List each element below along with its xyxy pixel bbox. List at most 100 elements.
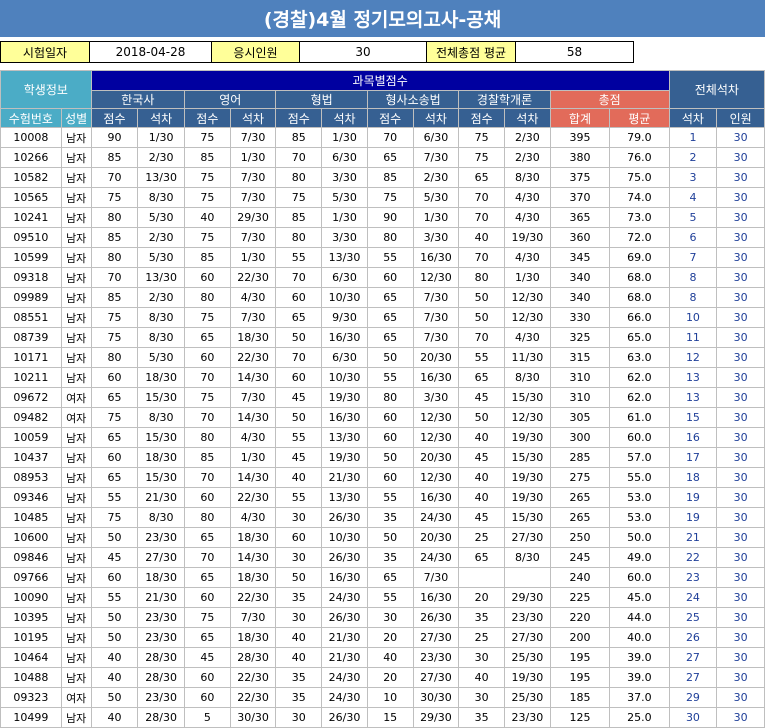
cell-police-science-score[interactable]: 70	[458, 247, 505, 268]
cell-police-science-score[interactable]: 40	[458, 667, 505, 688]
cell-police-science-score[interactable]: 35	[458, 607, 505, 628]
cell-criminal-procedure-rank[interactable]: 23/30	[412, 647, 460, 668]
cell-english-rank[interactable]: 22/30	[229, 487, 277, 508]
cell-total-average[interactable]: 53.0	[609, 487, 670, 508]
cell-total-sum[interactable]: 300	[549, 427, 611, 448]
cell-criminal-law-score[interactable]: 40	[275, 627, 323, 648]
cell-korean-history-score[interactable]: 75	[90, 327, 139, 348]
cell-total-sum[interactable]: 395	[549, 127, 611, 148]
cell-total-sum[interactable]: 275	[549, 467, 611, 488]
cell-exam-number[interactable]: 10241	[0, 207, 62, 228]
cell-police-science-score[interactable]: 65	[458, 547, 505, 568]
cell-criminal-procedure-rank[interactable]: 3/30	[412, 227, 460, 248]
cell-total-average[interactable]: 55.0	[609, 467, 670, 488]
cell-korean-history-score[interactable]: 70	[90, 167, 139, 188]
cell-exam-number[interactable]: 10090	[0, 587, 62, 608]
cell-criminal-procedure-score[interactable]: 55	[366, 247, 414, 268]
cell-people-count[interactable]: 30	[716, 507, 765, 528]
cell-overall-rank[interactable]: 24	[668, 587, 718, 608]
cell-police-science-rank[interactable]: 12/30	[503, 307, 551, 328]
cell-korean-history-score[interactable]: 50	[90, 627, 139, 648]
cell-korean-history-rank[interactable]: 18/30	[137, 567, 186, 588]
cell-korean-history-rank[interactable]: 2/30	[137, 287, 186, 308]
cell-people-count[interactable]: 30	[716, 407, 765, 428]
cell-korean-history-rank[interactable]: 8/30	[137, 187, 186, 208]
cell-total-average[interactable]: 39.0	[609, 647, 670, 668]
cell-korean-history-score[interactable]: 75	[90, 407, 139, 428]
cell-criminal-law-score[interactable]: 50	[275, 407, 323, 428]
cell-police-science-score[interactable]: 70	[458, 327, 505, 348]
cell-korean-history-score[interactable]: 50	[90, 607, 139, 628]
cell-criminal-law-rank[interactable]: 9/30	[321, 307, 368, 328]
cell-criminal-procedure-score[interactable]: 20	[366, 627, 414, 648]
cell-people-count[interactable]: 30	[716, 347, 765, 368]
cell-total-sum[interactable]: 265	[549, 487, 611, 508]
cell-criminal-procedure-rank[interactable]: 12/30	[412, 427, 460, 448]
cell-english-rank[interactable]: 22/30	[229, 587, 277, 608]
cell-criminal-law-score[interactable]: 70	[275, 147, 323, 168]
cell-police-science-rank[interactable]	[503, 567, 551, 588]
cell-english-score[interactable]: 60	[184, 587, 231, 608]
cell-korean-history-rank[interactable]: 13/30	[137, 267, 186, 288]
cell-people-count[interactable]: 30	[716, 667, 765, 688]
cell-criminal-procedure-score[interactable]: 55	[366, 587, 414, 608]
cell-overall-rank[interactable]: 26	[668, 627, 718, 648]
cell-people-count[interactable]: 30	[716, 147, 765, 168]
cell-overall-rank[interactable]: 15	[668, 407, 718, 428]
cell-police-science-rank[interactable]: 15/30	[503, 507, 551, 528]
cell-total-sum[interactable]: 195	[549, 667, 611, 688]
cell-exam-number[interactable]: 09346	[0, 487, 62, 508]
cell-police-science-score[interactable]: 25	[458, 527, 505, 548]
cell-exam-number[interactable]: 10565	[0, 187, 62, 208]
cell-criminal-law-rank[interactable]: 24/30	[321, 587, 368, 608]
cell-criminal-law-rank[interactable]: 3/30	[321, 167, 368, 188]
cell-total-average[interactable]: 72.0	[609, 227, 670, 248]
cell-english-rank[interactable]: 18/30	[229, 327, 277, 348]
cell-criminal-procedure-score[interactable]: 60	[366, 467, 414, 488]
cell-criminal-procedure-score[interactable]: 65	[366, 287, 414, 308]
cell-gender[interactable]: 남자	[60, 507, 92, 528]
cell-overall-rank[interactable]: 21	[668, 527, 718, 548]
cell-exam-number[interactable]: 09989	[0, 287, 62, 308]
cell-criminal-law-score[interactable]: 80	[275, 167, 323, 188]
cell-police-science-rank[interactable]: 19/30	[503, 227, 551, 248]
cell-criminal-procedure-rank[interactable]: 26/30	[412, 607, 460, 628]
cell-gender[interactable]: 남자	[60, 167, 92, 188]
cell-police-science-score[interactable]	[458, 567, 505, 588]
cell-police-science-rank[interactable]: 1/30	[503, 267, 551, 288]
cell-total-average[interactable]: 65.0	[609, 327, 670, 348]
cell-korean-history-score[interactable]: 55	[90, 587, 139, 608]
cell-english-rank[interactable]: 18/30	[229, 527, 277, 548]
cell-criminal-procedure-rank[interactable]: 20/30	[412, 447, 460, 468]
cell-english-score[interactable]: 80	[184, 427, 231, 448]
cell-overall-rank[interactable]: 1	[668, 127, 718, 148]
cell-criminal-law-score[interactable]: 80	[275, 227, 323, 248]
cell-korean-history-rank[interactable]: 8/30	[137, 307, 186, 328]
cell-criminal-procedure-rank[interactable]: 7/30	[412, 327, 460, 348]
cell-english-score[interactable]: 75	[184, 187, 231, 208]
cell-exam-number[interactable]: 08953	[0, 467, 62, 488]
cell-english-rank[interactable]: 22/30	[229, 667, 277, 688]
cell-criminal-law-score[interactable]: 55	[275, 427, 323, 448]
cell-criminal-procedure-rank[interactable]: 27/30	[412, 627, 460, 648]
cell-english-rank[interactable]: 7/30	[229, 607, 277, 628]
cell-total-sum[interactable]: 340	[549, 287, 611, 308]
cell-overall-rank[interactable]: 8	[668, 287, 718, 308]
cell-people-count[interactable]: 30	[716, 607, 765, 628]
cell-exam-number[interactable]: 09846	[0, 547, 62, 568]
cell-criminal-procedure-score[interactable]: 50	[366, 347, 414, 368]
cell-criminal-law-score[interactable]: 75	[275, 187, 323, 208]
cell-overall-rank[interactable]: 25	[668, 607, 718, 628]
cell-exam-number[interactable]: 09323	[0, 687, 62, 708]
cell-overall-rank[interactable]: 27	[668, 667, 718, 688]
cell-korean-history-rank[interactable]: 5/30	[137, 347, 186, 368]
cell-korean-history-rank[interactable]: 1/30	[137, 127, 186, 148]
cell-total-sum[interactable]: 360	[549, 227, 611, 248]
cell-korean-history-score[interactable]: 65	[90, 427, 139, 448]
cell-overall-rank[interactable]: 7	[668, 247, 718, 268]
cell-criminal-law-rank[interactable]: 6/30	[321, 267, 368, 288]
cell-korean-history-rank[interactable]: 21/30	[137, 587, 186, 608]
cell-police-science-score[interactable]: 50	[458, 407, 505, 428]
cell-people-count[interactable]: 30	[716, 687, 765, 708]
cell-total-sum[interactable]: 245	[549, 547, 611, 568]
